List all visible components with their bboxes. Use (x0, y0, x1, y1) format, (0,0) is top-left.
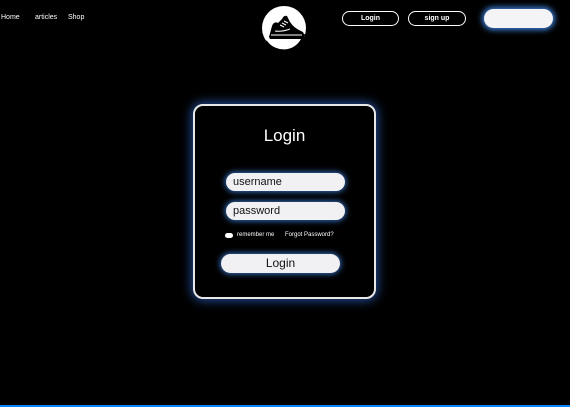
remember-me-label: remember me (237, 232, 275, 238)
nav-link-home[interactable]: Home (1, 14, 20, 21)
nav-link-articles[interactable]: articles (35, 14, 57, 21)
header-signup-button[interactable]: sign up (408, 11, 466, 26)
login-submit-button[interactable]: Login (221, 254, 340, 273)
header-blank-button[interactable] (484, 9, 553, 28)
remember-me-toggle[interactable] (225, 233, 233, 238)
username-field[interactable]: username (226, 173, 345, 191)
forgot-password-link[interactable]: Forgot Password? (285, 232, 334, 238)
password-field[interactable]: password (226, 202, 345, 220)
login-card: Login username password remember me Forg… (193, 104, 376, 299)
header-login-button[interactable]: Login (342, 11, 399, 26)
sneaker-logo-icon[interactable] (260, 4, 308, 52)
nav-link-shop[interactable]: Shop (68, 14, 84, 21)
login-title: Login (263, 126, 306, 145)
